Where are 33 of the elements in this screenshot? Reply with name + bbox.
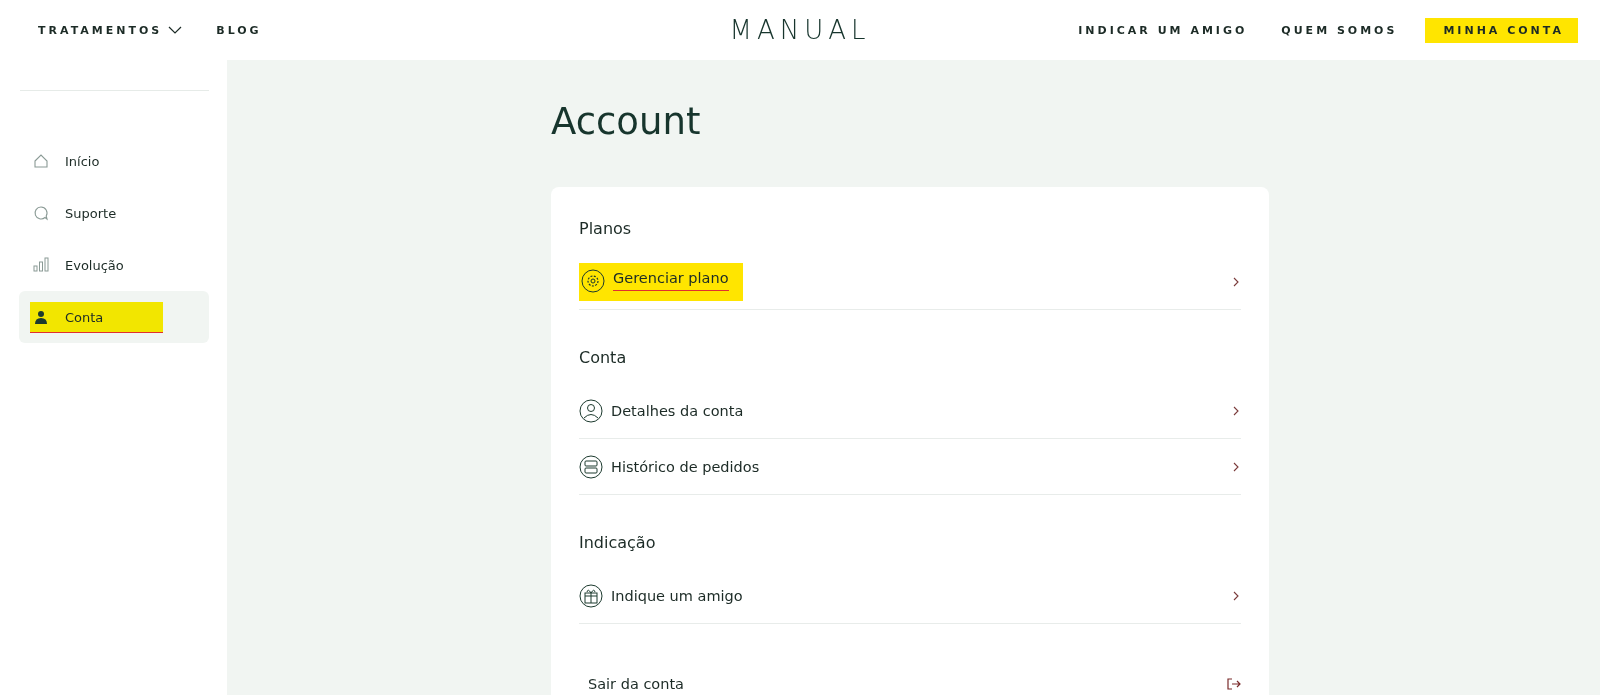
chevron-down-icon	[168, 26, 183, 34]
gift-icon	[579, 583, 603, 608]
menu-row[interactable]: Detalhes da conta	[579, 383, 1241, 439]
nav-link[interactable]: TRATAMENTOS	[32, 17, 189, 43]
bar-chart-icon	[33, 257, 49, 273]
logout-row[interactable]: Sair da conta	[579, 662, 1241, 692]
chevron-right-icon	[1231, 590, 1241, 601]
section-title: Planos	[579, 219, 633, 238]
person-icon	[579, 398, 603, 423]
section-title: Conta	[579, 348, 628, 367]
sidebar-item[interactable]: Evolução	[19, 239, 209, 291]
chevron-right-icon	[1231, 276, 1241, 287]
home-icon	[33, 153, 49, 169]
nav-link[interactable]: INDICAR UM AMIGO	[1072, 17, 1254, 43]
section-title: Indicação	[579, 533, 657, 552]
sidebar-item[interactable]: Conta	[19, 291, 209, 343]
nav-link[interactable]: BLOG	[210, 17, 268, 43]
gear-icon	[581, 268, 605, 293]
menu-row[interactable]: Gerenciar plano	[579, 254, 1241, 310]
logo[interactable]: MANUAL	[729, 15, 871, 45]
sidebar-item[interactable]: Suporte	[19, 187, 209, 239]
person-icon	[33, 309, 49, 326]
chevron-right-icon	[1231, 405, 1241, 416]
chat-bubble-icon	[33, 205, 49, 221]
menu-row[interactable]: Histórico de pedidos	[579, 439, 1241, 495]
sidebar-item[interactable]: Início	[19, 135, 209, 187]
menu-row[interactable]: Indique um amigo	[579, 568, 1241, 624]
list-icon	[579, 454, 603, 479]
logout-icon	[1227, 678, 1241, 690]
nav-link[interactable]: MINHA CONTA	[1425, 17, 1578, 43]
chevron-right-icon	[1231, 461, 1241, 472]
page-title: Account	[551, 100, 702, 143]
nav-link[interactable]: QUEM SOMOS	[1275, 17, 1404, 43]
